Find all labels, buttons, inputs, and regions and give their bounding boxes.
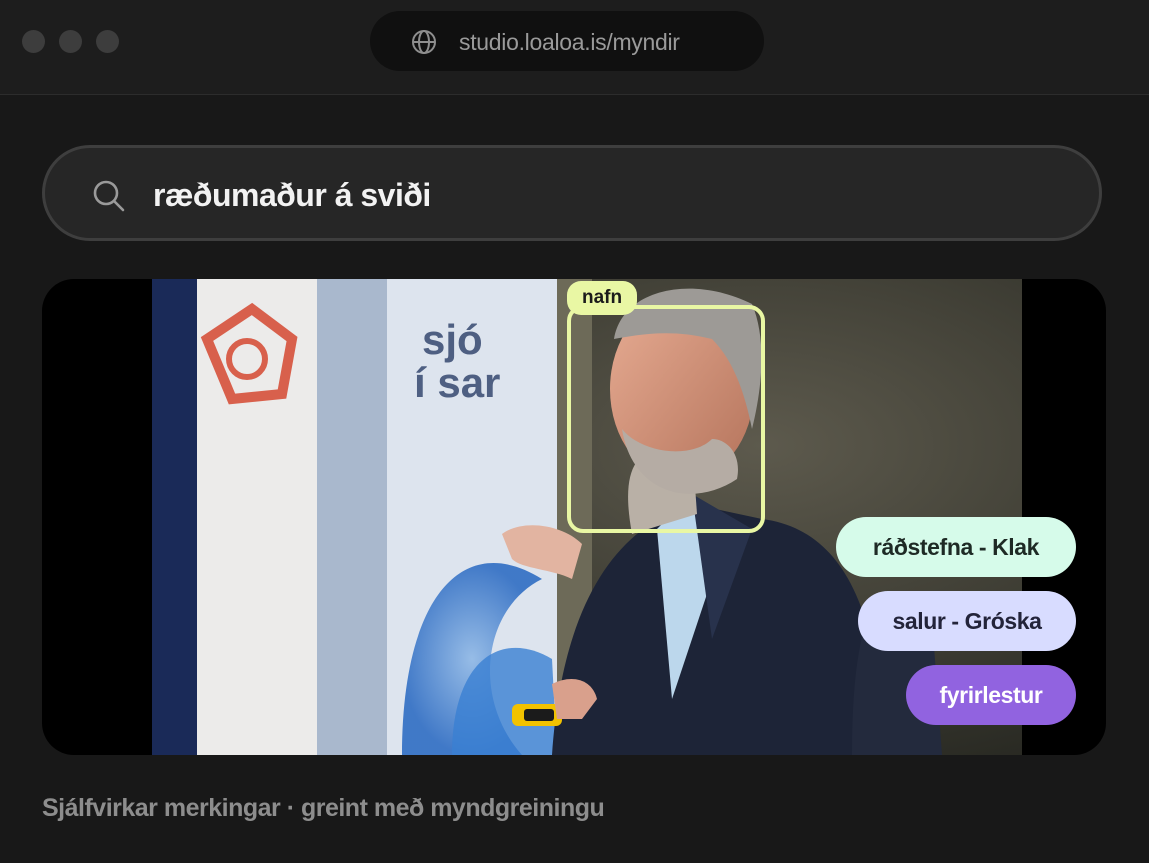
search-bar[interactable]: ræðumaður á sviði (42, 145, 1102, 241)
caption-text: Sjálfvirkar merkingar · greint með myndg… (42, 794, 605, 822)
tag-fyrirlestur[interactable]: fyrirlestur (906, 665, 1076, 725)
tag-salur-groska[interactable]: salur - Gróska (858, 591, 1076, 651)
banner-text-bottom: í sar (414, 359, 500, 406)
banner-text-top: sjó (422, 316, 483, 363)
tag-radstefna-klak[interactable]: ráðstefna - Klak (836, 517, 1076, 577)
search-icon (93, 180, 125, 212)
window-maximize-button[interactable] (96, 30, 119, 53)
address-bar[interactable]: studio.loaloa.is/myndir (370, 11, 764, 71)
face-name-label[interactable]: nafn (567, 281, 638, 315)
window-close-button[interactable] (22, 30, 45, 53)
search-query-text[interactable]: ræðumaður á sviði (153, 177, 431, 214)
face-detection-box[interactable] (567, 305, 765, 533)
browser-titlebar: studio.loaloa.is/myndir (0, 0, 1149, 95)
address-bar-url: studio.loaloa.is/myndir (459, 29, 680, 55)
globe-icon (412, 30, 436, 54)
window-minimize-button[interactable] (59, 30, 82, 53)
